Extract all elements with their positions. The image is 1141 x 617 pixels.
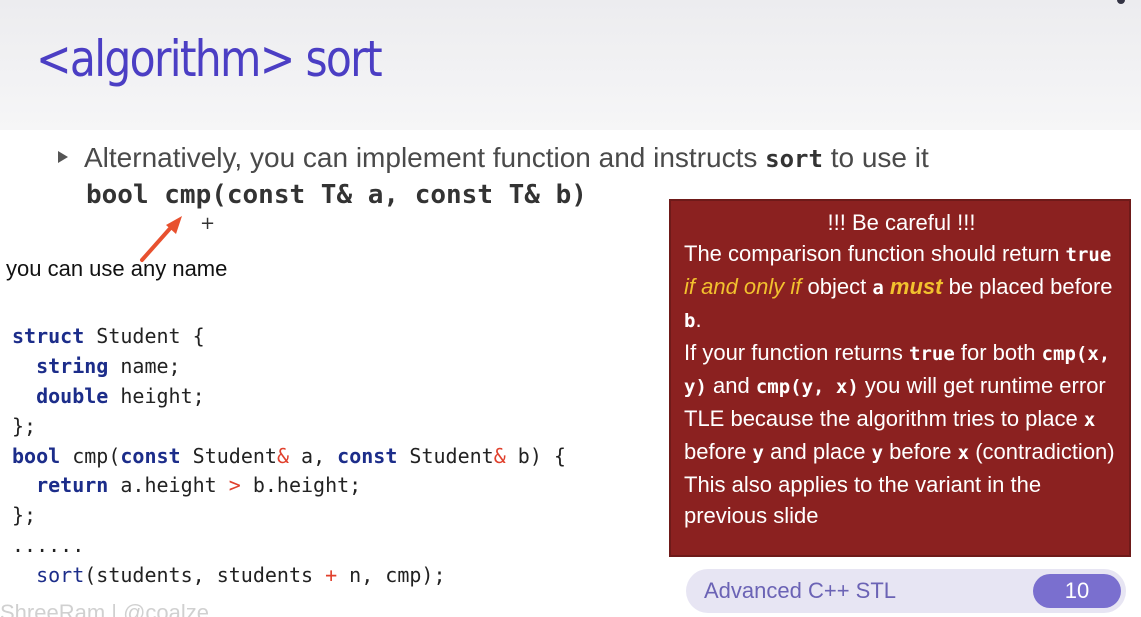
code-line: sort(students, students + n, cmp); [12,561,566,591]
callout-var-y: y [871,442,884,464]
code-token: const [337,443,398,468]
callout-text: for both [954,340,1042,365]
code-line: bool cmp(const Student& a, const Student… [12,442,566,472]
callout-code-true: true [909,343,955,365]
code-token: height; [108,383,205,408]
callout-title: !!! Be careful !!! [827,210,976,235]
code-line: ...... [12,531,566,561]
callout-emphasis-must: must [883,274,943,299]
code-token: n, cmp); [337,563,446,588]
function-signature: bool cmp(const T& a, const T& b) [86,180,587,210]
callout-text: The comparison function should return [684,241,1066,266]
callout-emphasis-iff: if and only if [684,274,802,299]
callout-code-true: true [1065,244,1112,266]
bullet-keyword: sort [765,145,823,173]
code-token: Student [397,443,494,468]
callout-code-cmp-yx: cmp(y, x) [755,376,859,398]
callout-var-x: x [1083,409,1096,431]
code-line: string name; [12,352,566,382]
callout-var-y: y [752,442,764,464]
bullet-text-after: to use it [822,142,929,173]
code-token: sort [36,563,85,588]
callout-text: (contradiction) [969,439,1115,464]
callout-paragraph-1: The comparison function should return tr… [684,238,1119,337]
code-token: (students, students [84,563,326,588]
page-number-badge: 10 [1033,574,1121,608]
slide: <algorithm> sort Alternatively, you can … [0,0,1141,617]
bullet-item: Alternatively, you can implement functio… [58,142,929,174]
code-token: & [493,443,506,468]
callout-text: be placed before [942,274,1113,299]
callout-paragraph-3: This also applies to the variant in the … [684,472,1042,528]
callout-text: and [706,373,756,398]
cursor-crosshair-icon: + [200,213,216,234]
code-token: ...... [12,533,85,558]
code-token: Student { [84,324,205,348]
bullet-text-before: Alternatively, you can implement functio… [84,142,766,173]
code-token: const [120,443,181,468]
code-token: + [325,563,338,588]
slide-title: <algorithm> sort [36,30,383,88]
watermark: ShreeRam | @coalze [0,600,210,617]
code-token: b.height; [240,473,362,498]
code-token: cmp( [60,443,121,468]
footer-label: Advanced C++ STL [704,578,897,603]
annotation-text: you can use any name [6,256,228,281]
code-token: string [36,353,109,378]
callout-var-x: x [957,442,970,464]
callout-text: before [883,439,958,464]
code-token: a, [288,443,338,468]
code-token: bool [12,443,61,468]
code-block: struct Student { string name; double hei… [12,322,566,591]
callout-var-b: b [684,310,696,332]
code-token: b) { [505,443,566,468]
callout-paragraph-2: If your function returns true for both c… [684,337,1119,469]
code-line: }; [12,501,566,531]
code-line: return a.height > b.height; [12,471,566,501]
code-line: }; [12,412,566,442]
code-line: double height; [12,382,566,412]
code-token: a.height [108,473,229,498]
warning-callout: !!! Be careful !!! The comparison functi… [669,199,1131,557]
code-token: Student [180,443,277,468]
callout-text: object [801,274,873,299]
code-token: & [276,443,289,468]
callout-text: If your function returns [684,340,909,365]
code-line: struct Student { [12,322,566,352]
callout-var-a: a [872,277,884,299]
code-token: return [36,473,109,498]
code-token: name; [108,353,181,378]
code-token: }; [12,413,37,438]
code-token: }; [12,503,37,528]
callout-text: and place [763,439,872,464]
callout-text: . [695,307,702,332]
code-token: struct [12,324,85,348]
bullet-arrow-icon [58,151,68,163]
code-token: > [228,473,241,498]
callout-text: before [684,439,753,464]
code-token: double [36,383,109,408]
